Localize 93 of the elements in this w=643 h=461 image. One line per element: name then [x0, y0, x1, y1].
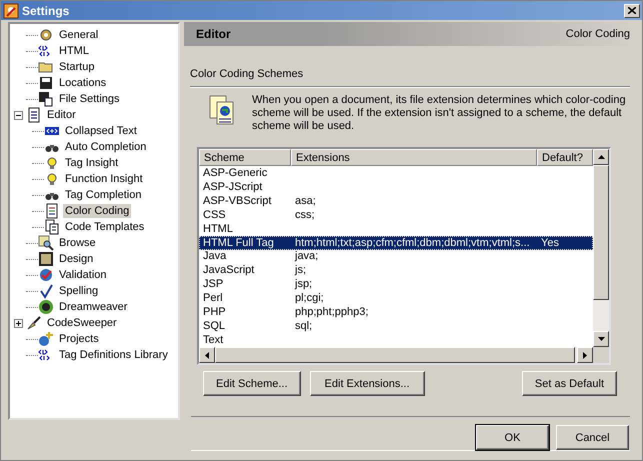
- scheme-cell-text: CSS: [202, 208, 227, 221]
- scheme-cell-text: Text: [202, 334, 224, 346]
- scheme-cell-text: JSP: [202, 278, 224, 290]
- close-icon: [628, 7, 636, 14]
- table-row[interactable]: PHP php;pht;pphp3;: [199, 305, 593, 320]
- minus-icon: [16, 112, 21, 118]
- documents-icon: [44, 219, 60, 235]
- tree-item[interactable]: Tag Definitions Library: [57, 348, 170, 362]
- globe-plus-icon: [38, 331, 54, 347]
- edit-scheme-button[interactable]: Edit Scheme...: [203, 371, 301, 396]
- extensions-cell-text: pl;cgi;: [294, 292, 325, 304]
- globe-check-icon: [38, 267, 54, 283]
- brush-icon: [26, 315, 42, 331]
- tree-item[interactable]: Auto Completion: [63, 140, 148, 154]
- extensions-cell-text: sql;: [294, 320, 314, 332]
- tree-item[interactable]: Function Insight: [63, 172, 145, 186]
- colored-document-icon: [44, 203, 60, 219]
- disk-document-icon: [38, 91, 54, 107]
- scheme-cell-text: Perl: [202, 292, 224, 304]
- down-arrow-icon: [598, 337, 604, 341]
- tree-item[interactable]: Tag Insight: [63, 156, 120, 170]
- header-title: Editor: [196, 27, 231, 41]
- extensions-cell-text: asa;: [294, 194, 317, 207]
- tree-item[interactable]: General: [57, 28, 100, 42]
- scheme-cell-text: HTML Full Tag: [202, 236, 275, 249]
- table-row[interactable]: ASP-VBScript asa;: [199, 194, 593, 208]
- scheme-cell-text: HTML: [202, 222, 234, 235]
- default-cell-text: Yes: [540, 236, 560, 249]
- column-header[interactable]: Scheme: [199, 149, 291, 166]
- document-icon: [26, 107, 42, 123]
- tree-item[interactable]: Tag Completion: [63, 188, 144, 202]
- scheme-cell-text: ASP-JScript: [202, 180, 264, 193]
- tree-item[interactable]: HTML: [57, 44, 91, 58]
- tree-item[interactable]: Dreamweaver: [57, 300, 130, 314]
- left-arrow-icon: [205, 352, 209, 358]
- table-row[interactable]: HTML: [199, 222, 593, 236]
- scheme-cell-text: ASP-VBScript: [202, 194, 272, 207]
- table-row[interactable]: JSP jsp;: [199, 277, 593, 292]
- scheme-cell-text: Java: [202, 250, 228, 262]
- table-row[interactable]: SQL sql;: [199, 319, 593, 334]
- column-header[interactable]: Default?: [537, 149, 593, 166]
- collapse-toggle[interactable]: [14, 110, 23, 120]
- extensions-cell-text: jsp;: [294, 278, 314, 290]
- table-row[interactable]: HTML Full Tag htm;html;txt;asp;cfm;cfml;dbm;dbml;vtm;vtml;s... Yes: [199, 236, 593, 250]
- framed-picture-icon: [38, 251, 54, 267]
- horizontal-scrollbar[interactable]: [199, 347, 593, 363]
- close-button[interactable]: [624, 4, 640, 18]
- column-header[interactable]: Extensions: [291, 149, 537, 166]
- extensions-cell-text: css;: [294, 208, 316, 221]
- table-row[interactable]: Java java;: [199, 250, 593, 264]
- scheme-cell-text: SQL: [202, 320, 226, 332]
- expand-toggle[interactable]: [14, 318, 23, 328]
- table-row[interactable]: ASP-Generic: [199, 166, 593, 180]
- app-icon: [3, 2, 19, 18]
- tree-item[interactable]: Startup: [57, 60, 96, 74]
- table-row[interactable]: ASP-JScript: [199, 180, 593, 194]
- tree-item[interactable]: Spelling: [57, 284, 100, 298]
- tree-item[interactable]: Projects: [57, 332, 101, 346]
- extensions-cell-text: htm;html;txt;asp;cfm;cfml;dbm;dbml;vtm;vtml;s...: [294, 236, 531, 249]
- dialog-button[interactable]: Cancel: [556, 425, 629, 450]
- scrollbar-corner: [593, 347, 609, 363]
- table-row[interactable]: CSS css;: [199, 208, 593, 222]
- vertical-scrollbar[interactable]: [593, 149, 609, 347]
- scheme-cell-text: PHP: [202, 306, 227, 318]
- tree-item[interactable]: Code Templates: [63, 220, 146, 234]
- tree-item[interactable]: Editor: [45, 108, 78, 122]
- table-row[interactable]: JavaScript js;: [199, 263, 593, 278]
- plus-icon: [16, 320, 21, 326]
- set-as-default-button[interactable]: Set as Default: [522, 371, 617, 396]
- extensions-cell-text: php;pht;pphp3;: [294, 306, 370, 318]
- scheme-cell-text: JavaScript: [202, 264, 256, 276]
- section-title: Color Coding Schemes: [190, 68, 304, 82]
- tree-item[interactable]: Color Coding: [63, 204, 132, 218]
- tree-item[interactable]: Browse: [57, 236, 98, 250]
- edit-extensions-button[interactable]: Edit Extensions...: [310, 371, 425, 396]
- tree-item[interactable]: Design: [57, 252, 96, 266]
- up-arrow-icon: [598, 155, 604, 159]
- tree-item[interactable]: Validation: [57, 268, 108, 282]
- table-row[interactable]: Perl pl;cgi;: [199, 291, 593, 306]
- checkmark-icon: [38, 283, 54, 299]
- description-text: When you open a document, its file extension determines which color-coding scheme will be used. If the extension isn't assigned to a scheme, the default scheme will be used.: [252, 94, 627, 133]
- scheme-cell-text: ASP-Generic: [202, 166, 268, 179]
- table-row[interactable]: Text: [199, 333, 593, 347]
- tree-item[interactable]: CodeSweeper: [45, 316, 119, 330]
- tree-item[interactable]: Collapsed Text: [63, 124, 139, 138]
- header-page-name: Color Coding: [566, 28, 630, 40]
- right-arrow-icon: [583, 352, 587, 358]
- tree-item[interactable]: File Settings: [57, 92, 122, 106]
- tree-item[interactable]: Locations: [57, 76, 108, 90]
- extensions-cell-text: js;: [294, 264, 307, 276]
- dialog-button[interactable]: OK: [476, 425, 549, 450]
- window-title: Settings: [22, 4, 70, 18]
- extensions-cell-text: java;: [294, 250, 320, 262]
